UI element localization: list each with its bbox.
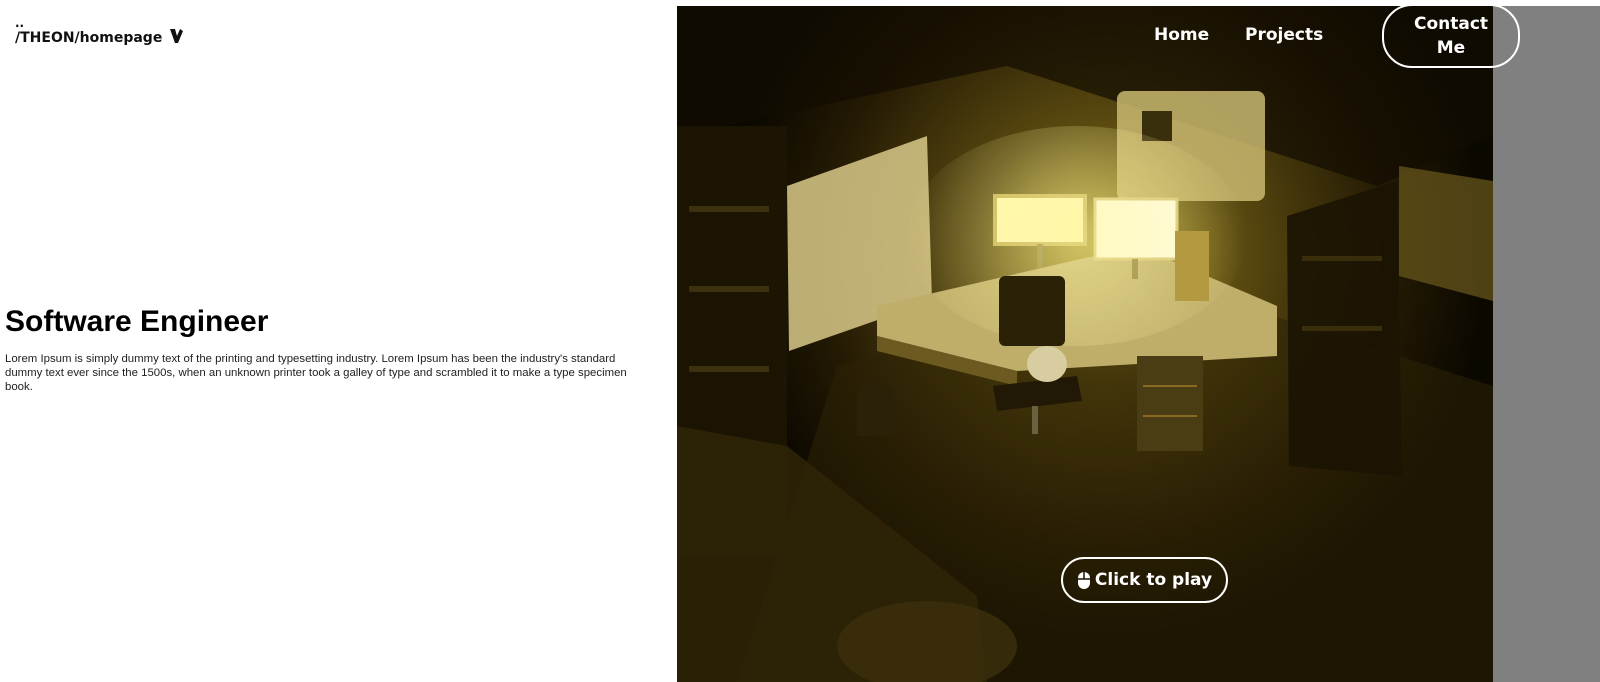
page: .. /THEON/homepage Software Engineer Lor… <box>0 0 1600 682</box>
contact-me-button[interactable]: Contact Me <box>1382 4 1520 68</box>
breadcrumb-dots: .. <box>15 16 25 30</box>
breadcrumb[interactable]: .. /THEON/homepage <box>15 16 162 46</box>
nav-projects-link[interactable]: Projects <box>1245 25 1323 45</box>
click-to-play-button[interactable]: Click to play <box>1061 557 1228 603</box>
mouse-icon <box>1077 571 1090 589</box>
typo3-icon[interactable] <box>167 27 185 45</box>
click-to-play-label: Click to play <box>1094 570 1213 590</box>
breadcrumb-path[interactable]: /THEON/homepage <box>15 30 162 46</box>
page-title: Software Engineer <box>5 305 269 338</box>
side-strip <box>1493 6 1600 682</box>
nav-home-link[interactable]: Home <box>1154 25 1209 45</box>
hero-description: Lorem Ipsum is simply dummy text of the … <box>5 353 627 393</box>
